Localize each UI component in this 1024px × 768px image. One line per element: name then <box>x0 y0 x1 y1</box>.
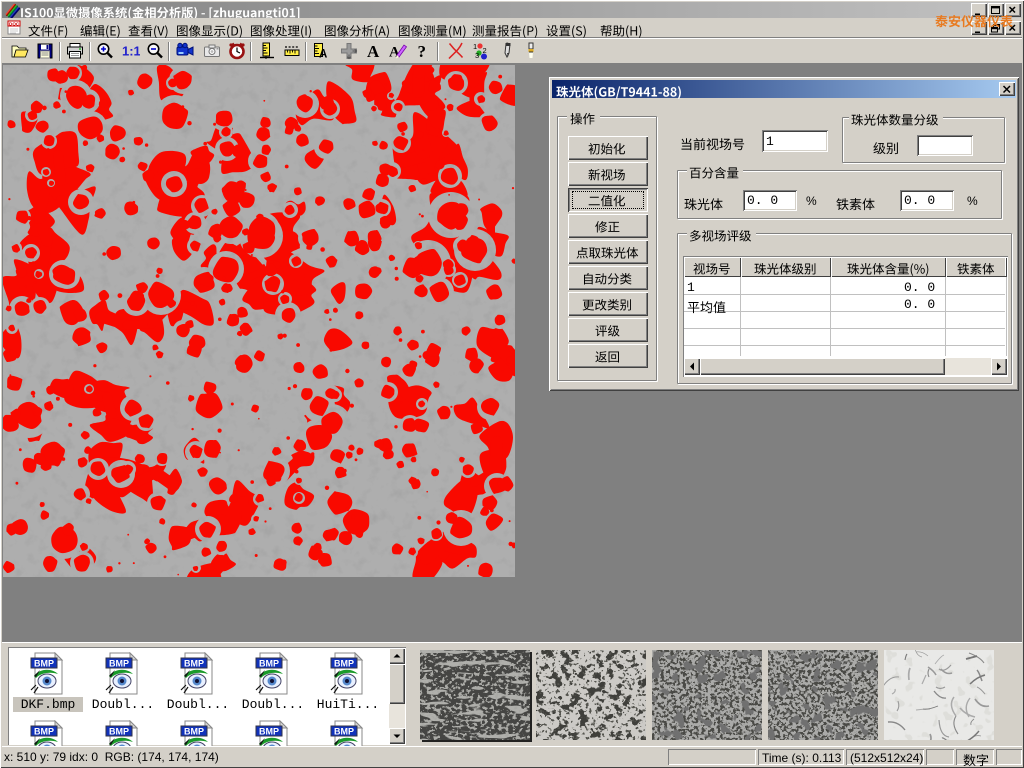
svg-text:BMP: BMP <box>109 659 129 669</box>
svg-text:1:1: 1:1 <box>122 44 140 59</box>
svg-text:A: A <box>319 49 327 61</box>
svg-text:1: 1 <box>473 42 477 51</box>
svg-text:A: A <box>367 42 380 61</box>
svg-text:BMP: BMP <box>259 659 279 669</box>
svg-text:BMP: BMP <box>34 659 54 669</box>
svg-text:3: 3 <box>475 51 479 60</box>
svg-text:BMP: BMP <box>334 727 354 737</box>
svg-text:BMP: BMP <box>184 659 204 669</box>
svg-text:BMP: BMP <box>34 727 54 737</box>
svg-text:BMP: BMP <box>334 659 354 669</box>
svg-text:BMP: BMP <box>184 727 204 737</box>
svg-text:DOC: DOC <box>9 21 20 26</box>
svg-text:BMP: BMP <box>259 727 279 737</box>
svg-text:BMP: BMP <box>109 727 129 737</box>
svg-text:?: ? <box>418 42 427 61</box>
